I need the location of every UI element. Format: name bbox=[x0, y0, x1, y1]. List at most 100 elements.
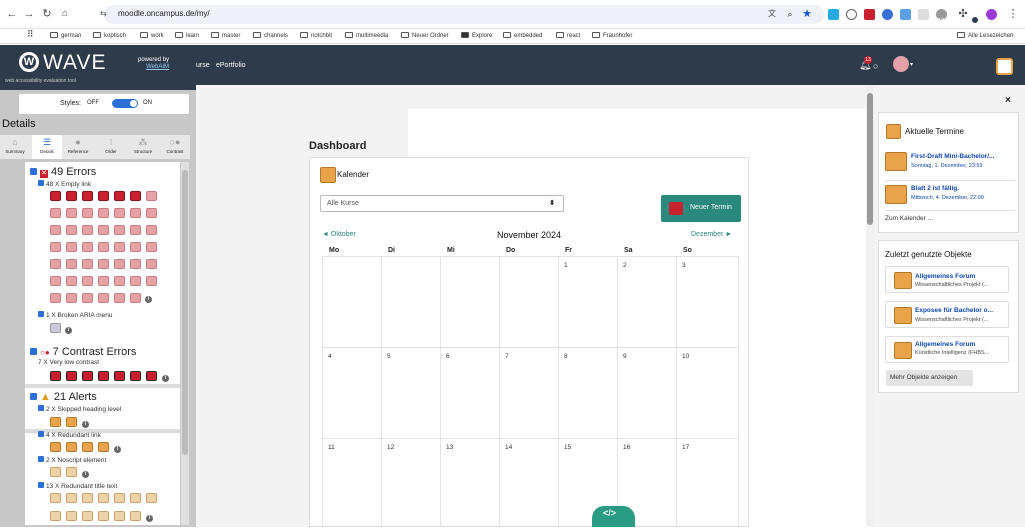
info-icon[interactable]: i bbox=[82, 471, 89, 478]
alert-item-icon[interactable] bbox=[50, 417, 61, 427]
empty-link-error-icon[interactable] bbox=[146, 225, 157, 235]
empty-link-error-icon[interactable] bbox=[66, 191, 77, 201]
broken-aria-icon[interactable] bbox=[50, 323, 61, 333]
empty-link-error-icon[interactable] bbox=[98, 225, 109, 235]
calendar-day[interactable] bbox=[558, 256, 617, 347]
very-low-contrast-item[interactable]: 7 X Very low contrast bbox=[38, 359, 99, 366]
empty-link-error-icon[interactable] bbox=[130, 242, 141, 252]
alert-item-icon[interactable] bbox=[82, 442, 93, 452]
empty-link-error-icon[interactable] bbox=[114, 293, 125, 303]
calendar-day[interactable] bbox=[322, 438, 381, 529]
recent-item[interactable]: Exposee für Bachelor o... Wissenschaftli… bbox=[885, 301, 1009, 328]
panel-scrollbar[interactable] bbox=[181, 162, 189, 525]
redundant-link-item[interactable]: 4 X Redundant link bbox=[38, 431, 101, 439]
info-icon[interactable]: i bbox=[146, 515, 153, 522]
empty-link-error-icon[interactable] bbox=[98, 242, 109, 252]
redundant-title-item[interactable]: 13 X Redundant title text bbox=[38, 482, 117, 490]
alert-item-icon[interactable] bbox=[98, 511, 109, 521]
calendar-day[interactable] bbox=[676, 438, 735, 529]
empty-link-error-icon[interactable] bbox=[82, 259, 93, 269]
empty-link-error-icon[interactable] bbox=[130, 208, 141, 218]
page-scrollbar[interactable] bbox=[866, 85, 874, 527]
empty-link-error-icon[interactable] bbox=[114, 208, 125, 218]
bookmark-folder[interactable]: master bbox=[211, 32, 240, 39]
webaim-link[interactable]: WebAIM bbox=[146, 64, 169, 70]
alert-item-icon[interactable] bbox=[98, 442, 109, 452]
extension-icon[interactable] bbox=[828, 9, 839, 20]
alerts-category[interactable]: ▲ 21 Alerts bbox=[30, 391, 97, 403]
alert-item-icon[interactable] bbox=[50, 442, 61, 452]
bookmark-folder[interactable]: embedded bbox=[503, 32, 542, 39]
alert-item-icon[interactable] bbox=[50, 511, 61, 521]
alert-item-icon[interactable] bbox=[98, 493, 109, 503]
empty-link-error-icon[interactable] bbox=[50, 293, 61, 303]
home-icon[interactable]: ⌂ bbox=[58, 7, 72, 21]
noscript-item[interactable]: 2 X Noscript element bbox=[38, 456, 106, 464]
recent-item[interactable]: Allgemeines Forum Künstliche Intelligenz… bbox=[885, 336, 1009, 363]
calendar-day[interactable] bbox=[381, 438, 440, 529]
calendar-day[interactable] bbox=[440, 256, 499, 347]
wave-extension-icon[interactable] bbox=[864, 9, 875, 20]
powered-by[interactable]: powered by WebAIM bbox=[138, 57, 169, 71]
event-title[interactable]: Blatt 2 ist fällig. bbox=[911, 185, 959, 192]
empty-link-error-icon[interactable] bbox=[82, 191, 93, 201]
empty-link-error-icon[interactable] bbox=[114, 242, 125, 252]
alert-item-icon[interactable] bbox=[130, 493, 141, 503]
calendar-day[interactable] bbox=[499, 438, 558, 529]
avatar[interactable] bbox=[893, 56, 909, 72]
contrast-error-icon[interactable] bbox=[114, 371, 125, 381]
empty-link-error-icon[interactable] bbox=[130, 259, 141, 269]
info-icon[interactable]: i bbox=[114, 446, 121, 453]
nav-eportfolio[interactable]: ePortfolio bbox=[216, 62, 246, 69]
checkbox[interactable] bbox=[38, 405, 44, 411]
chevron-down-icon[interactable]: ▾ bbox=[910, 61, 913, 68]
bookmark-folder[interactable]: notchbit bbox=[300, 32, 332, 39]
alert-item-icon[interactable] bbox=[114, 493, 125, 503]
alert-item-icon[interactable] bbox=[82, 511, 93, 521]
empty-link-error-icon[interactable] bbox=[82, 293, 93, 303]
bookmark-link[interactable]: Explore bbox=[461, 32, 492, 39]
bookmark-folder[interactable]: work bbox=[140, 32, 164, 39]
empty-link-error-icon[interactable] bbox=[66, 293, 77, 303]
alert-item-icon[interactable] bbox=[66, 467, 77, 477]
info-icon[interactable]: i bbox=[65, 327, 72, 334]
bookmark-folder[interactable]: channels bbox=[253, 32, 288, 39]
empty-link-error-icon[interactable] bbox=[66, 242, 77, 252]
bookmark-folder[interactable]: react bbox=[556, 32, 580, 39]
calendar-day[interactable] bbox=[558, 347, 617, 438]
checkbox[interactable] bbox=[30, 348, 37, 355]
extension-icon[interactable] bbox=[918, 9, 929, 20]
bookmark-folder[interactable]: multimeedia bbox=[345, 32, 388, 39]
empty-link-error-icon[interactable] bbox=[50, 191, 61, 201]
empty-link-error-icon[interactable] bbox=[146, 242, 157, 252]
empty-link-error-icon[interactable] bbox=[146, 259, 157, 269]
empty-link-error-icon[interactable] bbox=[114, 259, 125, 269]
recent-item[interactable]: Allgemeines Forum Wissenschaftliches Pro… bbox=[885, 266, 1009, 293]
contrast-error-icon[interactable] bbox=[98, 371, 109, 381]
contrast-error-icon[interactable] bbox=[82, 371, 93, 381]
empty-link-error-icon[interactable] bbox=[50, 276, 61, 286]
empty-link-error-icon[interactable] bbox=[146, 208, 157, 218]
reload-icon[interactable]: ↻ bbox=[40, 7, 54, 21]
nav-courses[interactable]: urse bbox=[196, 62, 210, 69]
contrast-category[interactable]: ○● 7 Contrast Errors bbox=[30, 346, 136, 358]
contrast-error-icon[interactable] bbox=[66, 371, 77, 381]
checkbox[interactable] bbox=[38, 482, 44, 488]
close-drawer-button[interactable]: × bbox=[1005, 95, 1011, 106]
event-item[interactable]: First-Draft Mini-Bachelor/... Sonntag, 1… bbox=[885, 147, 1015, 181]
alert-item-icon[interactable] bbox=[130, 511, 141, 521]
alert-item-icon[interactable] bbox=[66, 493, 77, 503]
back-icon[interactable]: ← bbox=[5, 7, 19, 21]
alert-item-icon[interactable] bbox=[66, 511, 77, 521]
contrast-error-icon[interactable] bbox=[50, 371, 61, 381]
calendar-wave-icon[interactable] bbox=[320, 167, 336, 183]
translate-icon[interactable]: 文 bbox=[765, 7, 779, 21]
prev-month-link[interactable]: ◄ Oktober bbox=[322, 231, 356, 238]
empty-link-error-icon[interactable] bbox=[130, 191, 141, 201]
calendar-day[interactable] bbox=[322, 347, 381, 438]
empty-link-error-icon[interactable] bbox=[98, 208, 109, 218]
empty-link-error-icon[interactable] bbox=[66, 225, 77, 235]
calendar-day[interactable] bbox=[440, 347, 499, 438]
styles-toggle[interactable] bbox=[112, 99, 138, 108]
all-bookmarks[interactable]: Alle Lesezeichen bbox=[957, 32, 1013, 39]
